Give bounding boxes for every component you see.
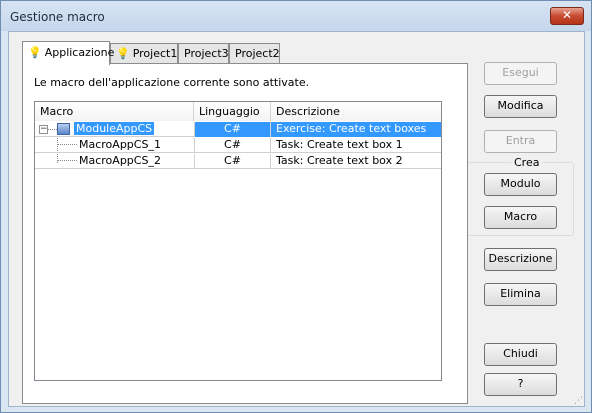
tab-label: Project1 xyxy=(132,47,178,60)
macro-description: Task: Create text box 1 xyxy=(276,138,403,151)
tab-project1[interactable]: 💡 Project1 xyxy=(110,43,178,64)
table-row[interactable]: MacroAppCS_2 C# Task: Create text box 2 xyxy=(35,154,441,169)
tab-project2[interactable]: Project2 xyxy=(229,43,280,64)
close-icon: ✕ xyxy=(561,8,573,22)
macro-description: Task: Create text box 2 xyxy=(276,154,403,167)
collapse-toggle[interactable]: − xyxy=(39,125,48,134)
table-row[interactable]: − ModuleAppCS C# Exercise: Create text b… xyxy=(35,122,441,137)
help-button[interactable]: ? xyxy=(484,373,557,396)
macro-status-message: Le macro dell'applicazione corrente sono… xyxy=(34,76,310,89)
modulo-button[interactable]: Modulo xyxy=(484,173,557,196)
tab-label: Project3 xyxy=(184,47,229,60)
macro-description: Exercise: Create text boxes xyxy=(271,122,441,137)
dialog-client-area: 💡 Applicazione 💡 Project1 Project3 Project… xyxy=(8,31,585,407)
tab-applicazione[interactable]: 💡 Applicazione xyxy=(22,41,114,65)
macro-language: C# xyxy=(194,122,271,137)
tree-connector xyxy=(48,129,57,130)
lightbulb-icon: 💡 xyxy=(116,47,130,60)
macro-language: C# xyxy=(194,138,271,153)
table-row[interactable]: MacroAppCS_1 C# Task: Create text box 1 xyxy=(35,138,441,153)
window-title: Gestione macro xyxy=(10,10,105,24)
chiudi-button[interactable]: Chiudi xyxy=(484,343,557,366)
entra-button[interactable]: Entra xyxy=(484,130,557,153)
tab-panel-applicazione: Le macro dell'applicazione corrente sono… xyxy=(22,63,468,404)
descrizione-button[interactable]: Descrizione xyxy=(484,248,557,271)
macro-name: MacroAppCS_1 xyxy=(79,138,161,151)
elimina-button[interactable]: Elimina xyxy=(484,283,557,306)
title-bar[interactable]: Gestione macro ✕ xyxy=(1,1,591,31)
macro-manager-window: Gestione macro ✕ 💡 Applicazione 💡 Project1… xyxy=(0,0,592,413)
crea-group-label: Crea xyxy=(511,156,543,169)
tab-label: Project2 xyxy=(235,47,280,60)
column-header-macro[interactable]: Macro xyxy=(35,102,194,121)
lightbulb-icon: 💡 xyxy=(28,46,42,59)
list-header: Macro Linguaggio Descrizione xyxy=(35,102,441,121)
module-icon xyxy=(57,123,70,135)
macro-button[interactable]: Macro xyxy=(484,206,557,229)
modifica-button[interactable]: Modifica xyxy=(484,95,557,118)
tab-project3[interactable]: Project3 xyxy=(178,43,229,64)
macro-name: MacroAppCS_2 xyxy=(79,154,161,167)
resize-grip-icon[interactable]: ⋰ xyxy=(574,396,583,406)
macro-list[interactable]: Macro Linguaggio Descrizione − ModuleApp… xyxy=(34,101,442,381)
column-header-linguaggio[interactable]: Linguaggio xyxy=(194,102,271,121)
macro-name: ModuleAppCS xyxy=(74,122,155,135)
close-button[interactable]: ✕ xyxy=(550,7,584,25)
macro-language: C# xyxy=(194,154,271,169)
tab-label: Applicazione xyxy=(44,46,115,59)
esegui-button[interactable]: Esegui xyxy=(484,62,557,85)
column-header-descrizione[interactable]: Descrizione xyxy=(271,102,441,121)
